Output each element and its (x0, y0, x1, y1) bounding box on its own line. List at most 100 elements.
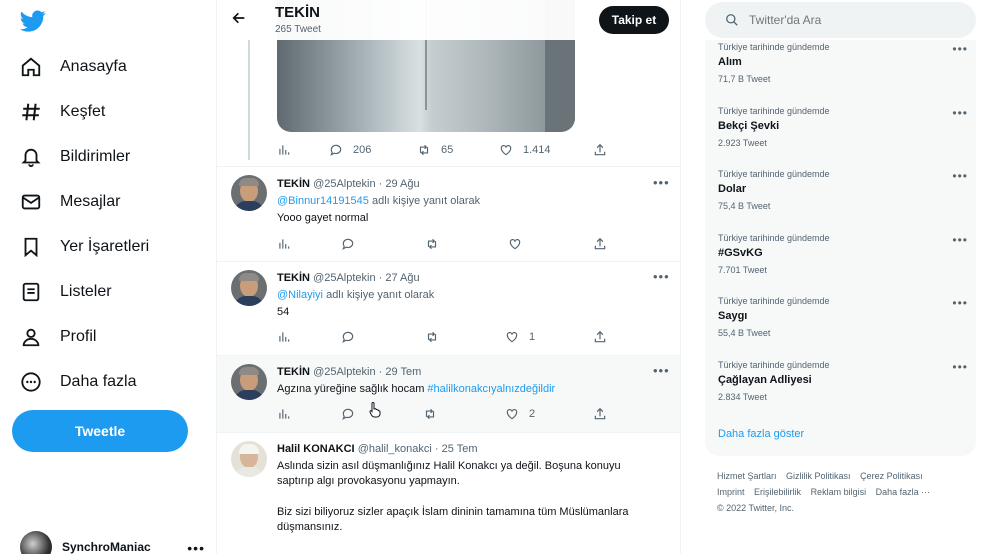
tweet-text: Agzına yüreğine sağlık hocam #halilkonak… (277, 382, 657, 397)
tweet-author-name[interactable]: TEKİN (277, 178, 310, 190)
analytics-icon (279, 239, 290, 249)
follow-button[interactable]: Takip et (599, 6, 669, 34)
nav-profile-label: Profil (60, 328, 97, 345)
analytics-button[interactable] (277, 143, 291, 157)
nav-explore[interactable]: Keşfet (20, 96, 105, 128)
tweet-avatar[interactable] (231, 364, 267, 400)
nav-lists-label: Listeler (60, 283, 112, 300)
tweet-header: TEKİN @25Alptekin · 27 Ağu (277, 272, 420, 284)
trend-item[interactable]: Türkiye tarihinde gündemde Alım 71,7 B T… (718, 42, 968, 96)
tweet-compose-button[interactable]: Tweetle (12, 410, 188, 452)
footer-link-privacy[interactable]: Gizlilik Politikası (786, 471, 851, 481)
reply-icon (330, 144, 342, 156)
tweet-count: 265 Tweet (275, 24, 321, 35)
tweet-meta[interactable]: @25Alptekin · 29 Ağu (313, 178, 420, 190)
nav-notifications-label: Bildirimler (60, 148, 131, 165)
nav-lists[interactable]: Listeler (20, 276, 112, 308)
left-sidebar: Anasayfa Keşfet Bildirimler Mesajlar Yer… (0, 0, 216, 554)
analytics-button[interactable] (277, 407, 291, 421)
trend-more-icon[interactable]: ••• (952, 233, 968, 247)
reply-icon (342, 331, 354, 343)
like-count: 1 (529, 331, 536, 343)
retweet-button[interactable] (423, 407, 437, 421)
tweet-item[interactable]: TEKİN @25Alptekin · 27 Ağu ••• @Nilayiyi… (217, 261, 680, 355)
footer-link-terms[interactable]: Hizmet Şartları (717, 471, 777, 481)
tweet-text: Yooo gayet normal (277, 212, 369, 224)
reply-handle-link[interactable]: @Nilayiyi (277, 289, 323, 301)
footer-link-more[interactable]: Daha fazla ··· (876, 487, 931, 497)
reply-context: @Binnur14191545 adlı kişiye yanıt olarak (277, 195, 480, 207)
nav-messages[interactable]: Mesajlar (20, 186, 120, 218)
bookmark-icon (24, 237, 38, 258)
reply-button[interactable] (341, 237, 355, 251)
tweet-more-icon[interactable]: ••• (653, 363, 670, 378)
reply-handle-link[interactable]: @Binnur14191545 (277, 195, 369, 207)
trend-count: 71,7 B Tweet (718, 74, 771, 84)
twitter-logo-icon[interactable] (20, 8, 46, 34)
tweet-author-name[interactable]: TEKİN (277, 366, 310, 378)
footer-links: Hizmet Şartları Gizlilik Politikası Çere… (717, 468, 967, 516)
tweet-item[interactable]: TEKİN @25Alptekin · 29 Tem ••• Agzına yü… (217, 355, 680, 432)
tweet-more-icon[interactable]: ••• (653, 175, 670, 190)
show-more-link[interactable]: Daha fazla göster (718, 428, 804, 440)
tweet-meta[interactable]: @25Alptekin · 27 Ağu (313, 272, 420, 284)
tweet-author-name[interactable]: TEKİN (277, 272, 310, 284)
like-button[interactable] (508, 237, 532, 251)
tweet-more-icon[interactable]: ••• (653, 269, 670, 284)
tweet-avatar[interactable] (231, 175, 267, 211)
nav-more[interactable]: Daha fazla (20, 366, 137, 398)
like-button[interactable]: 2 (505, 407, 535, 421)
like-button[interactable]: 1 (505, 330, 535, 344)
like-button[interactable]: 1.414 (499, 143, 551, 157)
tweet-author-name[interactable]: Halil KONAKCI (277, 443, 355, 455)
analytics-button[interactable] (277, 330, 291, 344)
analytics-button[interactable] (277, 237, 291, 251)
retweet-button[interactable]: 65 (417, 143, 453, 157)
nav-bookmarks[interactable]: Yer İşaretleri (20, 231, 149, 263)
tweet-avatar[interactable] (231, 441, 267, 477)
footer-link-cookies[interactable]: Çerez Politikası (860, 471, 923, 481)
copyright-text: © 2022 Twitter, Inc. (717, 503, 795, 513)
trend-item[interactable]: Türkiye tarihinde gündemde #GSvKG 7.701 … (718, 233, 968, 287)
bell-icon (21, 148, 41, 168)
trend-more-icon[interactable]: ••• (952, 360, 968, 374)
reply-button[interactable] (341, 407, 355, 421)
search-box[interactable] (705, 2, 976, 38)
trend-item[interactable]: Türkiye tarihinde gündemde Saygı 55,4 B … (718, 296, 968, 350)
trend-item[interactable]: Türkiye tarihinde gündemde Bekçi Şevki 2… (718, 106, 968, 160)
account-avatar (20, 531, 52, 554)
tweet-meta[interactable]: @25Alptekin · 29 Tem (313, 366, 421, 378)
hashtag-link[interactable]: #halilkonakcıyalnızdeğildir (427, 383, 555, 395)
profile-header: TEKİN 265 Tweet Takip et (217, 0, 680, 40)
trend-more-icon[interactable]: ••• (952, 169, 968, 183)
share-button[interactable] (593, 407, 607, 421)
trend-more-icon[interactable]: ••• (952, 296, 968, 310)
account-switcher[interactable]: SynchroManiac ••• (20, 531, 205, 554)
share-button[interactable] (593, 237, 607, 251)
share-button[interactable] (593, 330, 607, 344)
retweet-button[interactable] (425, 237, 439, 251)
nav-home[interactable]: Anasayfa (20, 51, 127, 83)
back-arrow-icon[interactable] (231, 10, 247, 26)
nav-notifications[interactable]: Bildirimler (20, 141, 130, 173)
trend-count: 7.701 Tweet (718, 265, 767, 275)
trend-more-icon[interactable]: ••• (952, 106, 968, 120)
nav-profile[interactable]: Profil (20, 321, 96, 353)
trend-item[interactable]: Türkiye tarihinde gündemde Dolar 75,4 B … (718, 169, 968, 223)
tweet-avatar[interactable] (231, 270, 267, 306)
reply-button[interactable] (341, 330, 355, 344)
footer-link-ads-info[interactable]: Reklam bilgisi (811, 487, 867, 497)
reply-button[interactable]: 206 (329, 143, 371, 157)
tweet-meta[interactable]: @halil_konakci · 25 Tem (358, 443, 478, 455)
trend-count: 75,4 B Tweet (718, 201, 771, 211)
tweet-item[interactable]: Halil KONAKCI @halil_konakci · 25 Tem As… (217, 432, 680, 554)
tweet-item[interactable]: TEKİN @25Alptekin · 29 Ağu ••• @Binnur14… (217, 166, 680, 261)
retweet-button[interactable] (425, 330, 439, 344)
trend-item[interactable]: Türkiye tarihinde gündemde Çağlayan Adli… (718, 360, 968, 414)
share-button[interactable] (593, 143, 607, 157)
footer-link-imprint[interactable]: Imprint (717, 487, 745, 497)
search-input[interactable] (749, 8, 959, 32)
trend-context: Türkiye tarihinde gündemde (718, 233, 830, 243)
footer-link-accessibility[interactable]: Erişilebilirlik (754, 487, 801, 497)
trend-more-icon[interactable]: ••• (952, 42, 968, 56)
